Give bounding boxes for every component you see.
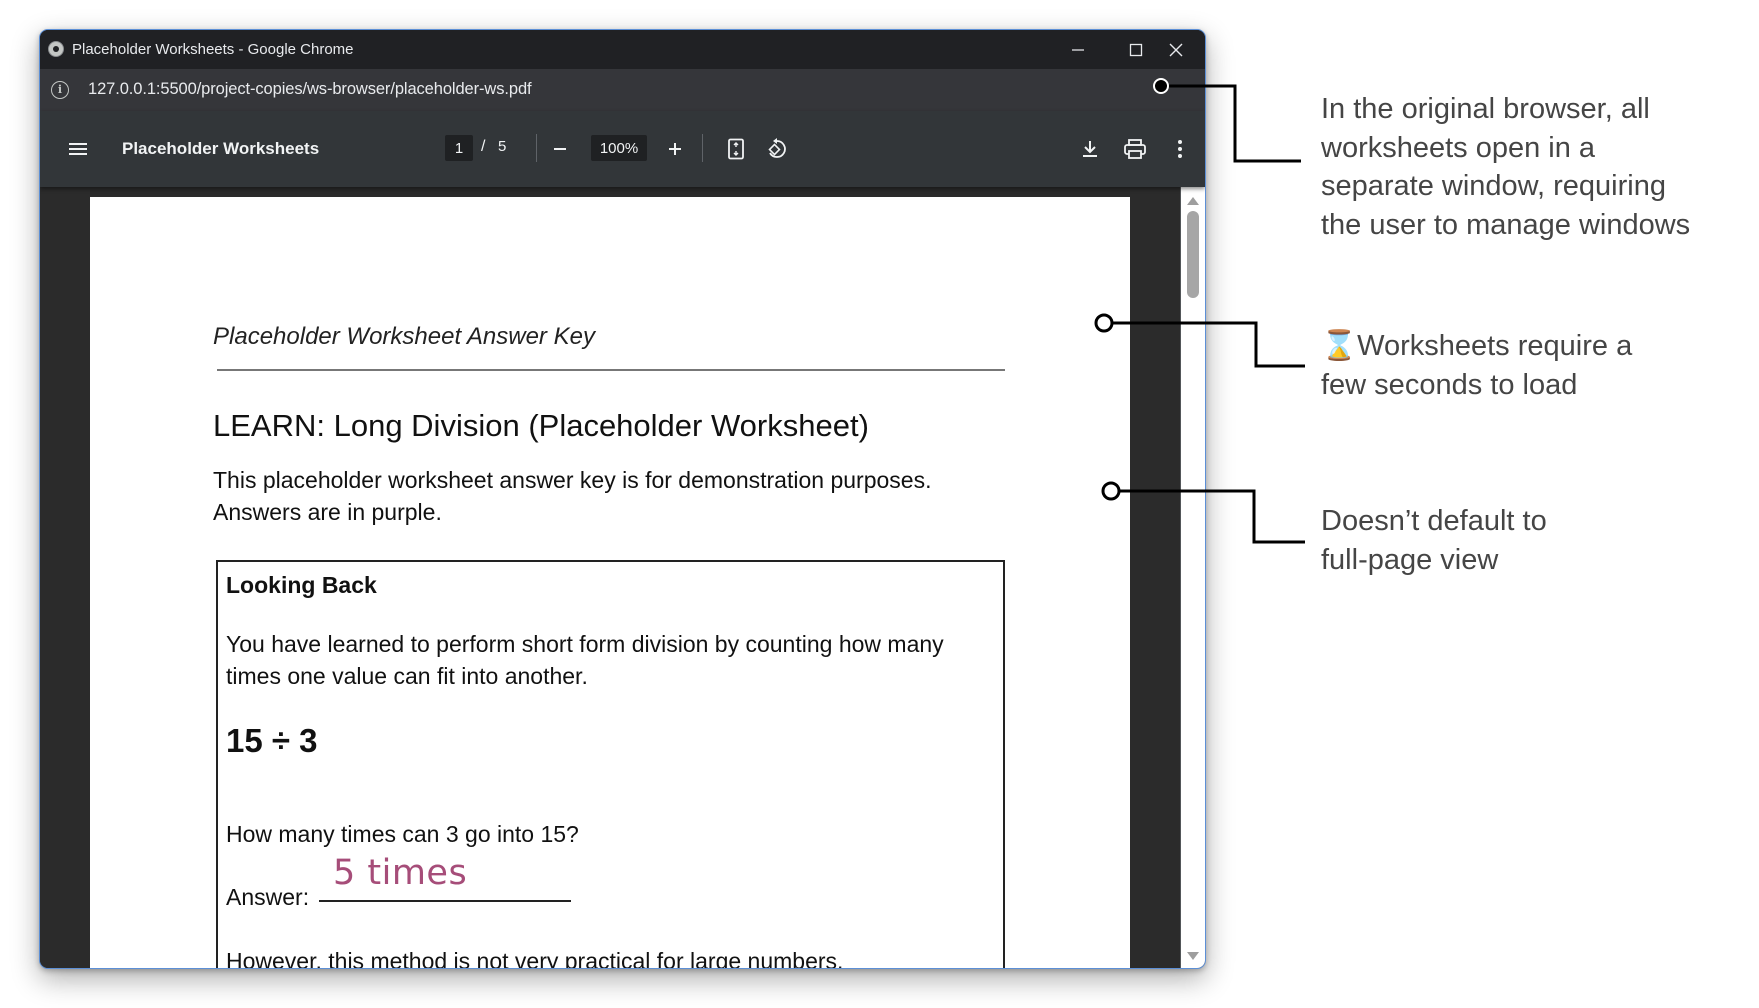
total-pages: 5: [498, 138, 507, 155]
zoom-in-button[interactable]: [662, 136, 688, 162]
pdf-toolbar: Placeholder Worksheets / 5: [40, 111, 1205, 187]
annotation-full-page-view: Doesn’t default to full-page view: [1321, 505, 1547, 576]
toolbar-divider: [536, 134, 537, 162]
print-icon: [1124, 139, 1146, 159]
rotate-button[interactable]: [763, 135, 791, 163]
callout-line-3: [1101, 481, 1305, 544]
plus-icon: [669, 143, 681, 155]
fit-to-page-button[interactable]: [722, 135, 750, 163]
fit-to-page-icon: [728, 138, 744, 160]
rotate-icon: [768, 138, 786, 158]
annotation-load-time: ⌛Worksheets require a few seconds to loa…: [1321, 330, 1633, 401]
hamburger-icon: [69, 143, 87, 155]
menu-button[interactable]: [66, 137, 90, 161]
callout-line-2: [1094, 313, 1305, 368]
annotation-separate-window: In the original browser, all worksheets …: [1321, 93, 1691, 241]
download-button[interactable]: [1076, 135, 1104, 163]
toolbar-divider: [702, 134, 703, 162]
minus-icon: [554, 148, 566, 150]
download-icon: [1083, 141, 1097, 157]
more-options-button[interactable]: [1166, 135, 1194, 163]
page-separator: /: [481, 138, 486, 155]
print-button[interactable]: [1121, 135, 1149, 163]
page-number-input[interactable]: [445, 135, 473, 161]
more-vert-icon: [1178, 140, 1182, 158]
zoom-out-button[interactable]: [547, 136, 573, 162]
pdf-document-title: Placeholder Worksheets: [122, 139, 320, 158]
hourglass-icon: ⌛: [1321, 330, 1358, 362]
zoom-level-input[interactable]: [591, 135, 647, 161]
